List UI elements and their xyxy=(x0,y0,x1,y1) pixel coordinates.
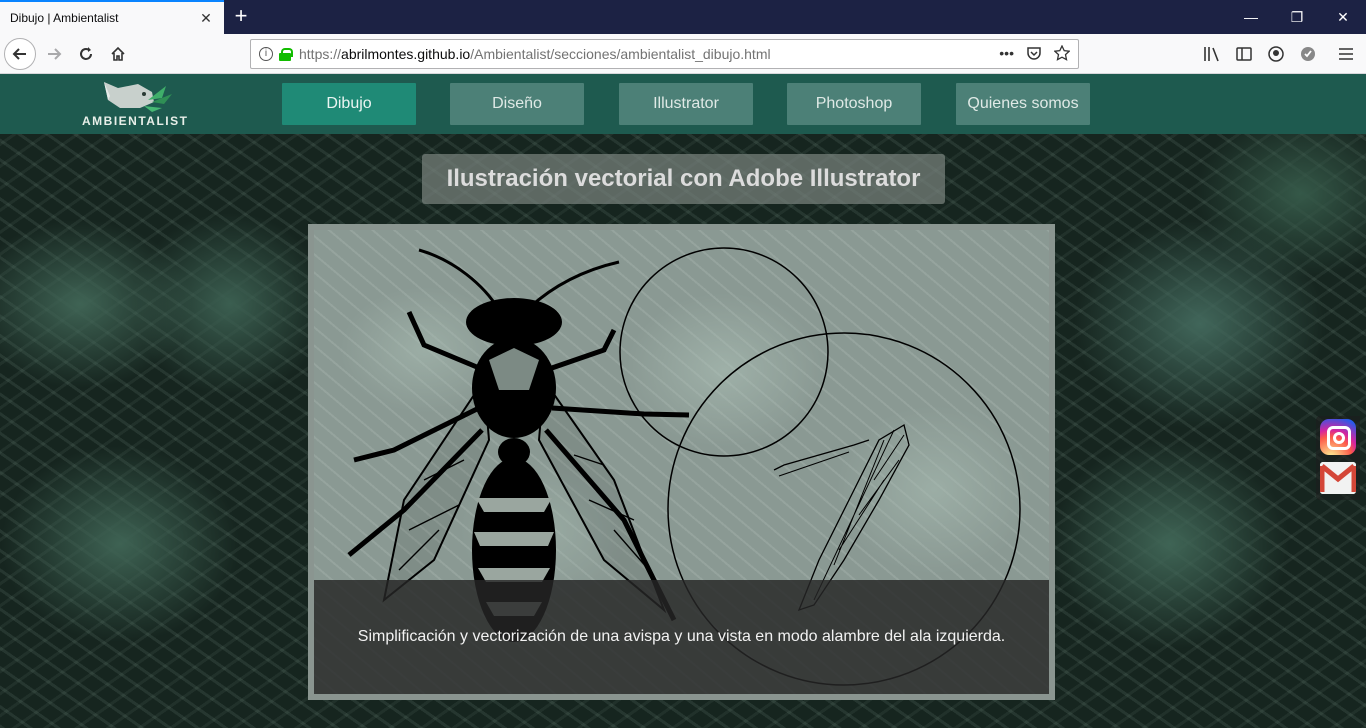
library-icon[interactable] xyxy=(1202,44,1222,64)
logo-text: AMBIENTALIST xyxy=(82,114,189,128)
menu-item-quienes-somos[interactable]: Quienes somos xyxy=(956,83,1090,125)
extension-icon[interactable] xyxy=(1298,44,1318,64)
menu-item-diseno[interactable]: Diseño xyxy=(450,83,584,125)
page-title: Ilustración vectorial con Adobe Illustra… xyxy=(422,154,945,204)
browser-tab[interactable]: Dibujo | Ambientalist ✕ xyxy=(0,0,224,34)
browser-titlebar: Dibujo | Ambientalist ✕ + — ❐ ✕ xyxy=(0,0,1366,34)
url-prefix: https:// xyxy=(299,46,342,62)
menu-item-illustrator[interactable]: Illustrator xyxy=(619,83,753,125)
gmail-icon[interactable] xyxy=(1320,462,1356,494)
url-path: /Ambientalist/secciones/ambientalist_dib… xyxy=(470,46,771,62)
menu-item-dibujo[interactable]: Dibujo xyxy=(282,83,416,125)
site-info-icon[interactable]: i xyxy=(259,47,273,61)
home-icon[interactable] xyxy=(102,38,134,70)
menu-item-photoshop[interactable]: Photoshop xyxy=(787,83,921,125)
logo-mascot-icon xyxy=(104,82,172,112)
window-minimize-button[interactable]: — xyxy=(1228,0,1274,34)
page-actions-icon[interactable]: ••• xyxy=(999,45,1014,64)
pocket-icon[interactable] xyxy=(1026,45,1042,64)
social-sidebar xyxy=(1316,416,1360,500)
site-header: AMBIENTALIST Dibujo Diseño Illustrator P… xyxy=(0,74,1366,134)
url-text[interactable]: https://abrilmontes.github.io/Ambientali… xyxy=(299,46,999,62)
forward-icon[interactable] xyxy=(38,38,70,70)
instagram-icon[interactable] xyxy=(1320,419,1356,455)
back-icon[interactable] xyxy=(4,38,36,70)
window-restore-button[interactable]: ❐ xyxy=(1274,0,1320,34)
window-close-button[interactable]: ✕ xyxy=(1320,0,1366,34)
new-tab-button[interactable]: + xyxy=(230,5,252,27)
page-background: AMBIENTALIST Dibujo Diseño Illustrator P… xyxy=(0,74,1366,728)
tab-title: Dibujo | Ambientalist xyxy=(10,11,119,25)
image-caption: Simplificación y vectorización de una av… xyxy=(314,580,1049,694)
url-host: abrilmontes.github.io xyxy=(341,46,471,62)
url-bar[interactable]: i https://abrilmontes.github.io/Ambienta… xyxy=(250,39,1079,69)
account-icon[interactable] xyxy=(1266,44,1286,64)
lock-icon[interactable] xyxy=(279,48,293,61)
reload-icon[interactable] xyxy=(70,38,102,70)
gallery-frame: Simplificación y vectorización de una av… xyxy=(308,224,1055,700)
hamburger-menu-icon[interactable] xyxy=(1336,44,1356,64)
browser-navbar: i https://abrilmontes.github.io/Ambienta… xyxy=(0,34,1366,74)
bookmark-star-icon[interactable] xyxy=(1053,43,1071,64)
tab-close-icon[interactable]: ✕ xyxy=(198,10,214,27)
sidebar-icon[interactable] xyxy=(1234,44,1254,64)
site-logo[interactable]: AMBIENTALIST xyxy=(82,78,189,130)
